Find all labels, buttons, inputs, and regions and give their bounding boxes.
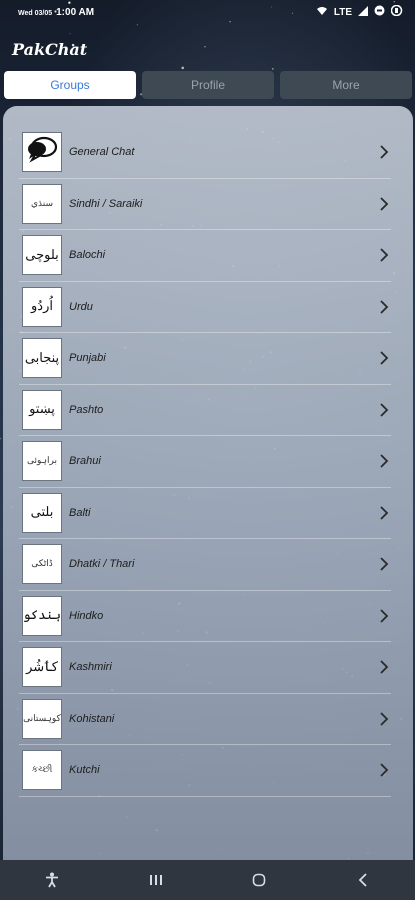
group-thumbnail: اُردُو [22,286,62,327]
group-label: Kohistani [69,712,115,725]
accessibility-icon[interactable] [32,865,72,895]
chevron-right-icon [379,712,389,726]
tab-more[interactable]: More [280,71,412,99]
group-thumbnail: کٲشُر [22,647,62,688]
chevron-right-icon [379,660,389,674]
group-row[interactable]: سنڌي Sindhi / Saraiki [19,179,391,230]
group-thumbnail: پښتو [22,389,62,430]
group-thumbnail: કચ્છી [22,750,62,791]
chevron-right-icon [379,506,389,520]
group-script-text: ڈاٹکی [31,559,53,570]
group-row[interactable]: بلوچی Balochi [19,230,391,282]
group-row[interactable]: کٲشُر Kashmiri [19,642,391,694]
status-date: Wed 03/05 [18,9,53,17]
group-row[interactable]: General Chat [19,127,391,179]
group-thumbnail: پنجابی [22,338,62,379]
group-script-text: پنجابی [24,350,60,366]
group-row[interactable]: ہندکو Hindko [19,591,391,642]
group-script-text: بلوچی [25,247,59,263]
group-label: Balti [69,506,91,519]
group-script-text: پښتو [29,402,55,418]
group-row[interactable]: بلتی Balti [19,488,391,539]
system-nav-bar [0,860,415,900]
back-icon[interactable] [343,865,383,895]
status-time: 1:00 AM [56,6,95,18]
chevron-right-icon [379,197,389,211]
network-type: LTE [333,6,352,18]
group-script-text: કચ્છી [31,765,53,776]
tab-profile[interactable]: Profile [142,71,274,99]
group-script-text: بلتی [30,505,54,521]
groups-list: General Chat سنڌي Sindhi / Saraiki بلوچی Bal… [19,127,391,797]
group-thumbnail: براہوئی [22,441,62,482]
chevron-right-icon [379,609,389,623]
app-title: PakChat [12,40,88,59]
group-script-text: کوہستانی [23,713,61,724]
status-bar: Wed 03/05 1:00 AM LTE [0,0,415,24]
group-label: Balochi [69,249,106,262]
group-row[interactable]: ڈاٹکی Dhatki / Thari [19,539,391,591]
group-label: Urdu [69,300,93,313]
chevron-right-icon [379,351,389,365]
group-thumbnail [22,132,62,173]
group-thumbnail: بلتی [22,492,62,533]
recent-apps-icon[interactable] [136,865,176,895]
group-thumbnail: کوہستانی [22,698,62,739]
group-label: Kashmiri [69,661,112,674]
group-row[interactable]: કચ્છી Kutchi [19,745,391,797]
wifi-icon [316,6,328,19]
chevron-right-icon [379,763,389,777]
group-row[interactable]: پنجابی Punjabi [19,333,391,385]
group-script-text: اُردُو [31,299,53,315]
group-script-text: سنڌي [30,198,54,209]
group-row[interactable]: براہوئی Brahui [19,436,391,488]
tab-bar: Groups Profile More [4,71,412,99]
group-label: Kutchi [69,764,100,777]
group-label: Dhatki / Thari [69,558,135,571]
chevron-right-icon [379,300,389,314]
group-thumbnail: ڈاٹکی [22,544,62,585]
group-thumbnail: سنڌي [22,183,62,224]
group-row[interactable]: کوہستانی Kohistani [19,694,391,745]
tab-groups[interactable]: Groups [4,71,136,99]
vpn-icon [374,5,385,19]
group-label: Punjabi [69,352,106,365]
group-script-text: براہوئی [27,456,57,467]
chevron-right-icon [379,248,389,262]
group-label: Sindhi / Saraiki [69,197,143,210]
signal-icon [358,5,368,19]
group-thumbnail: بلوچی [22,235,62,276]
group-label: General Chat [69,146,135,159]
group-label: Brahui [69,455,101,468]
group-label: Pashto [69,403,104,416]
group-row[interactable]: اُردُو Urdu [19,282,391,333]
chat-bubbles-icon [26,136,58,169]
chevron-right-icon [379,557,389,571]
chevron-right-icon [379,145,389,159]
group-script-text: کٲشُر [26,659,58,675]
group-label: Hindko [69,609,104,622]
battery-icon [390,4,403,19]
group-row[interactable]: پښتو Pashto [19,385,391,436]
group-script-text: ہندکو [22,608,62,624]
chevron-right-icon [379,454,389,468]
chevron-right-icon [379,403,389,417]
home-icon[interactable] [239,865,279,895]
group-thumbnail: ہندکو [22,595,62,636]
